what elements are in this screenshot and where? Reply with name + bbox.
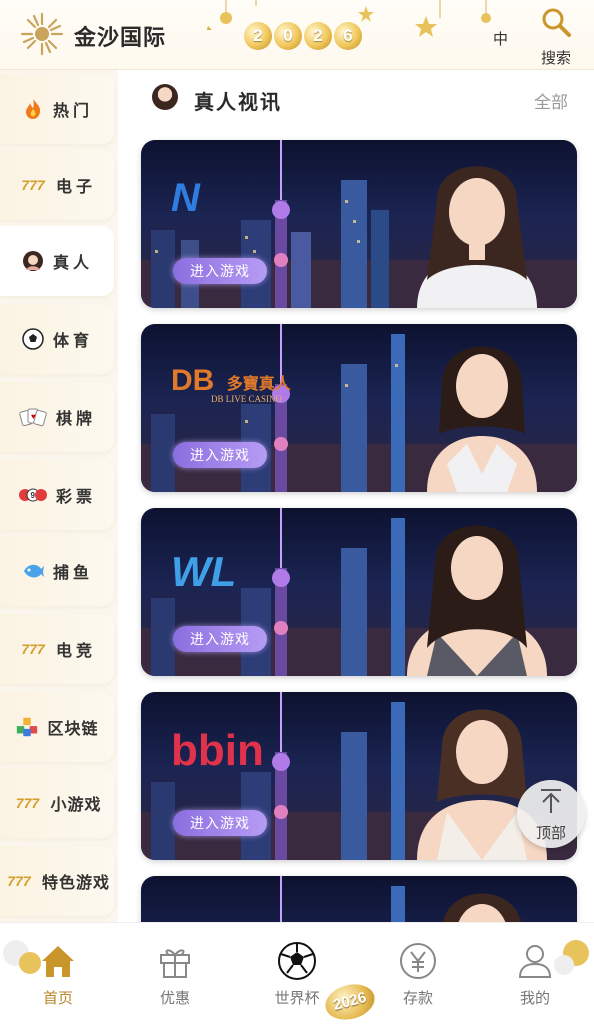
- tab-label: 我的: [519, 990, 550, 1007]
- yen-coin-icon: [400, 943, 436, 979]
- search-icon: [542, 8, 571, 37]
- blocks-icon: [15, 716, 39, 738]
- sidebar-item-sports[interactable]: 体育: [0, 304, 114, 374]
- sidebar-item-lottery[interactable]: 9 彩票: [0, 460, 114, 530]
- soccer-ball-icon: [21, 328, 45, 350]
- game-card-provider-2[interactable]: DB 多寶真人 DB LIVE CASINO 进入游戏: [141, 324, 577, 492]
- live-dealer-icon: [21, 250, 45, 272]
- tab-deposit[interactable]: 存款: [378, 941, 458, 1008]
- fish-icon: [21, 560, 45, 582]
- provider-logo-caption: DB LIVE CASINO: [211, 394, 282, 404]
- tab-home[interactable]: 首页: [18, 941, 98, 1008]
- category-sidebar: 热门 777 电子 真人 体育 ♥ 棋牌 9 彩票 捕鱼 777 电竞 区块链 …: [0, 70, 118, 922]
- sidebar-item-label: 特色游戏: [41, 875, 110, 892]
- gift-icon: [160, 949, 190, 978]
- sidebar-item-label: 电子: [55, 179, 96, 196]
- tab-label: 首页: [42, 990, 73, 1007]
- sidebar-item-label: 热门: [52, 103, 93, 120]
- tab-label: 优惠: [159, 990, 190, 1007]
- sidebar-item-label: 电竞: [55, 643, 96, 660]
- arrow-up-icon: [517, 788, 585, 822]
- sidebar-item-featured[interactable]: 777 特色游戏: [0, 846, 114, 916]
- hostess-portrait-image: [427, 346, 537, 492]
- year-2026-banner: 2 0 2 6: [244, 22, 362, 50]
- tab-promotions[interactable]: 优惠: [135, 941, 215, 1008]
- back-to-top-button[interactable]: 顶部: [517, 780, 585, 848]
- hostess-portrait-image: [443, 893, 521, 922]
- sidebar-item-minigames[interactable]: 777 小游戏: [0, 768, 114, 838]
- bottom-tab-bar: 首页 优惠 世界杯 存款 我的 2026: [0, 922, 594, 1024]
- provider-logo: DB 多寶真人 DB LIVE CASINO: [171, 364, 291, 404]
- svg-text:9: 9: [30, 491, 35, 500]
- slot-777-icon: 777: [21, 641, 45, 657]
- language-switch[interactable]: 中: [493, 28, 508, 49]
- enter-game-button[interactable]: 进入游戏: [173, 258, 267, 284]
- sidebar-item-label: 小游戏: [50, 797, 102, 814]
- lottery-balls-icon: 9: [18, 484, 48, 506]
- sidebar-item-fishing[interactable]: 捕鱼: [0, 536, 114, 606]
- sidebar-item-live[interactable]: 真人: [0, 226, 114, 296]
- hostess-portrait-image: [407, 525, 547, 676]
- tab-world-cup[interactable]: 世界杯: [257, 941, 337, 1008]
- svg-text:♥: ♥: [31, 412, 36, 421]
- top-header: 金沙国际 2 0 2 6 中 搜索: [0, 0, 594, 70]
- tab-profile[interactable]: 我的: [495, 941, 575, 1008]
- slot-777-icon: 777: [21, 177, 45, 193]
- game-card-provider-1[interactable]: N 进入游戏: [141, 140, 577, 308]
- sidebar-item-hot[interactable]: 热门: [0, 74, 114, 144]
- enter-game-button[interactable]: 进入游戏: [173, 626, 267, 652]
- back-to-top-label: 顶部: [535, 825, 566, 842]
- provider-logo: N: [171, 176, 200, 220]
- section-title: 真人视讯: [194, 92, 282, 114]
- slot-777-icon: 777: [15, 795, 40, 811]
- logo-icon: [20, 12, 64, 56]
- enter-game-button[interactable]: 进入游戏: [173, 442, 267, 468]
- game-card-provider-5[interactable]: [141, 876, 577, 922]
- hostess-portrait-image: [417, 166, 537, 308]
- year-digit: 2: [304, 22, 332, 50]
- user-icon: [518, 945, 552, 978]
- sidebar-item-label: 区块链: [47, 721, 99, 738]
- provider-logo-text: DB: [171, 364, 215, 397]
- sidebar-item-blockchain[interactable]: 区块链: [0, 692, 114, 762]
- brand-name: 金沙国际: [74, 25, 167, 50]
- live-dealer-icon: [152, 84, 178, 110]
- year-digit: 2: [244, 22, 272, 50]
- view-all-link[interactable]: 全部: [534, 88, 568, 113]
- provider-logo-subtitle: 多寶真人: [226, 376, 291, 394]
- search-label: 搜索: [540, 50, 571, 67]
- sidebar-item-slots[interactable]: 777 电子: [0, 150, 114, 220]
- sidebar-item-label: 真人: [52, 255, 93, 272]
- provider-logo: WL: [171, 548, 237, 595]
- section-header: 真人视讯 全部: [118, 70, 594, 128]
- tab-label: 存款: [402, 990, 433, 1007]
- sidebar-item-label: 捕鱼: [52, 565, 93, 582]
- sidebar-item-label: 体育: [52, 333, 93, 350]
- provider-logo: bbin: [171, 726, 264, 775]
- year-digit: 0: [274, 22, 302, 50]
- cards-icon: ♥: [18, 406, 48, 428]
- sidebar-item-esports[interactable]: 777 电竞: [0, 614, 114, 684]
- enter-game-button[interactable]: 进入游戏: [173, 810, 267, 836]
- search-button[interactable]: 搜索: [536, 6, 576, 68]
- year-digit: 6: [334, 22, 362, 50]
- sidebar-item-cards[interactable]: ♥ 棋牌: [0, 382, 114, 452]
- slot-777-icon: 777: [7, 873, 31, 889]
- game-card-provider-3[interactable]: WL 进入游戏: [141, 508, 577, 676]
- sidebar-item-label: 彩票: [55, 489, 96, 506]
- game-card-provider-4[interactable]: bbin 进入游戏: [141, 692, 577, 860]
- fire-icon: [21, 98, 45, 120]
- soccer-ball-icon: [278, 942, 316, 980]
- sidebar-item-label: 棋牌: [55, 411, 96, 428]
- home-icon: [42, 946, 74, 977]
